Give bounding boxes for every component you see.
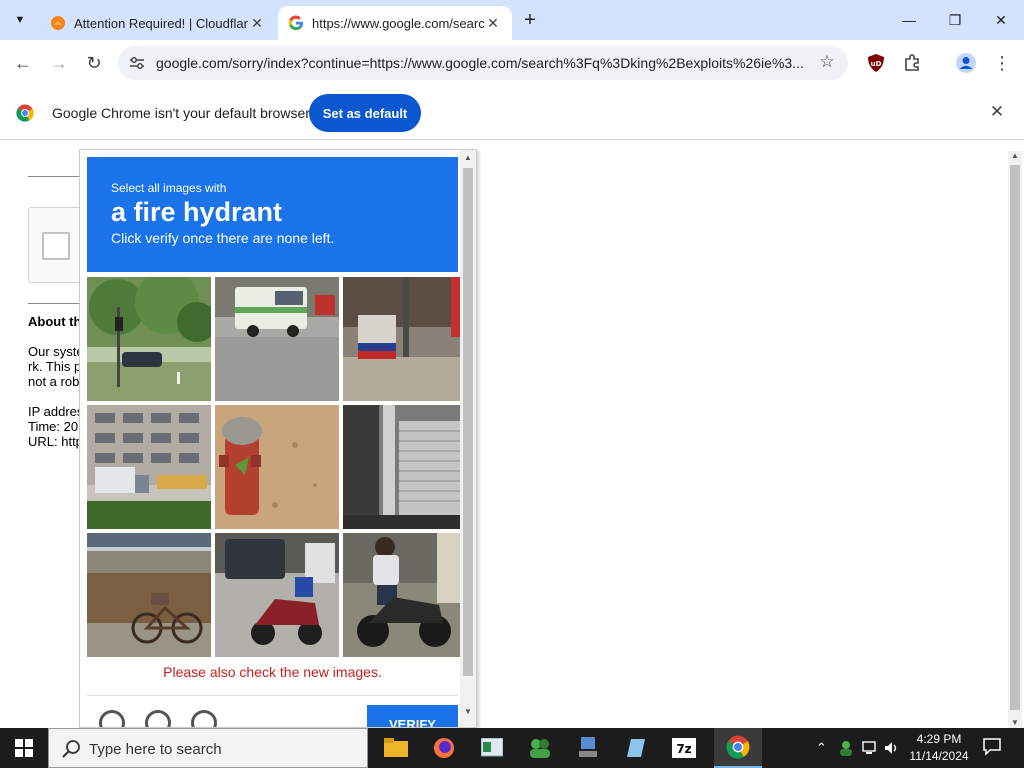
scroll-up-icon[interactable]: ▲ [1011,151,1019,160]
about-heading: About th [28,314,82,329]
extensions-puzzle-icon[interactable] [900,51,924,75]
chrome-taskbar-icon[interactable] [714,728,762,768]
close-window-button[interactable]: ✕ [978,0,1024,40]
app-window-icon[interactable] [468,728,516,768]
windows-logo-icon [15,739,33,757]
instruction-small: Select all images with [111,181,227,195]
audio-challenge-icon[interactable] [145,710,171,727]
set-as-default-button[interactable]: Set as default [309,94,421,132]
tab-close-icon[interactable]: ✕ [484,14,502,32]
tab-cloudflare[interactable]: Attention Required! | Cloudflare ✕ [40,6,276,40]
clock-time: 4:29 PM [916,732,962,746]
notification-icon[interactable] [982,736,1002,759]
network-computer-icon[interactable] [564,728,612,768]
new-tab-button[interactable]: + [518,8,542,32]
file-explorer-icon[interactable] [372,728,420,768]
captcha-tile-motorbike-rider[interactable] [343,533,467,657]
page-scrollbar[interactable]: ▲ ▼ [1008,151,1022,728]
captcha-tile-fire-hydrant[interactable] [215,405,339,529]
default-browser-infobar: Google Chrome isn't your default browser… [0,86,1024,140]
captcha-tile-motorbikes[interactable] [215,533,339,657]
new-images-notice: Please also check the new images. [163,664,382,680]
start-button[interactable] [0,728,48,768]
tab-title: Attention Required! | Cloudflare [74,15,248,31]
clock-date: 11/14/2024 [909,749,969,763]
7zip-icon[interactable]: 7z [660,728,708,768]
verify-button[interactable]: VERIFY [367,705,458,727]
time-line: Time: 20 [28,419,79,434]
chrome-logo-icon [16,104,34,122]
scroll-up-icon[interactable]: ▲ [464,153,472,162]
recaptcha-challenge: Select all images with a fire hydrant Cl… [79,149,477,728]
firefox-icon[interactable] [420,728,468,768]
tray-users-icon[interactable] [838,740,854,759]
challenge-scrollbar[interactable]: ▲ ▼ [460,150,476,727]
reload-challenge-icon[interactable] [99,710,125,727]
kebab-menu-icon[interactable]: ⋮ [990,51,1014,75]
scroll-down-icon[interactable]: ▼ [464,707,472,716]
cloudflare-favicon-icon [50,15,66,31]
arrow-left-icon: ← [14,52,32,73]
restore-button[interactable]: ❐ [932,0,978,40]
ip-line: IP addres [28,404,84,419]
svg-text:7z: 7z [676,742,691,756]
captcha-tile-park-trees[interactable] [87,277,211,401]
back-button[interactable]: ← [8,48,38,78]
reload-button[interactable]: ↻ [79,48,109,78]
scroll-thumb[interactable] [1010,165,1020,710]
minimize-button[interactable]: — [886,0,932,40]
close-icon: ✕ [995,11,1007,28]
body-line: not a rob [28,374,80,389]
users-app-icon[interactable] [516,728,564,768]
instruction-target: a fire hydrant [111,197,283,227]
tab-title: https://www.google.com/search [312,15,484,31]
infobar-message: Google Chrome isn't your default browser [52,105,310,121]
network-icon[interactable] [862,740,878,759]
browser-toolbar: ← → ↻ google.com/sorry/index?continue=ht… [0,40,1024,86]
url-line: URL: http [28,434,83,449]
google-favicon-icon [288,15,304,31]
info-icon[interactable] [191,710,217,727]
minimize-icon: — [902,12,916,28]
tray-chevron-up-icon[interactable]: ⌃ [816,740,827,756]
chevron-down-icon: ▼ [14,14,26,26]
tab-search-button[interactable]: ▼ [8,8,32,32]
windows-taskbar: Type here to search 7z ⌃ 4:29 PM 11/14/2… [0,728,1024,768]
notepad-icon[interactable] [612,728,660,768]
taskbar-search[interactable]: Type here to search [48,728,368,768]
captcha-tile-street-truck[interactable] [215,277,339,401]
url-text[interactable]: google.com/sorry/index?continue=https://… [156,55,806,71]
profile-avatar-icon[interactable] [954,51,978,75]
search-placeholder: Type here to search [89,741,222,758]
svg-text:uD: uD [871,60,882,68]
tab-close-icon[interactable]: ✕ [248,14,266,32]
address-bar[interactable]: google.com/sorry/index?continue=https://… [118,46,848,80]
bookmark-star-icon[interactable]: ☆ [816,52,838,74]
captcha-tile-utility-box[interactable] [343,277,467,401]
ublock-extension-icon[interactable]: uD [864,51,888,75]
captcha-tile-bicycles[interactable] [87,533,211,657]
tab-google-search[interactable]: https://www.google.com/search ✕ [278,6,512,40]
forward-button[interactable]: → [44,48,74,78]
body-line: rk. This p [28,359,82,374]
restore-icon: ❐ [948,11,962,28]
arrow-right-icon: → [50,52,68,73]
tab-bar: ▼ Attention Required! | Cloudflare ✕ htt… [0,0,1024,40]
captcha-tile-apartment-truck[interactable] [87,405,211,529]
infobar-close-icon[interactable]: ✕ [986,102,1008,124]
reload-icon: ↻ [86,52,102,73]
taskbar-clock[interactable]: 4:29 PM 11/14/2024 [904,731,974,765]
recaptcha-checkbox[interactable] [42,232,70,260]
volume-icon[interactable] [884,740,900,759]
challenge-header: Select all images with a fire hydrant Cl… [87,157,458,272]
scroll-thumb[interactable] [463,168,473,676]
search-icon [61,739,81,759]
captcha-tile-shutter-garage[interactable] [343,405,467,529]
scroll-down-icon[interactable]: ▼ [1011,718,1019,727]
instruction-sub: Click verify once there are none left. [111,230,335,246]
site-info-icon[interactable] [128,54,146,72]
body-line: Our syste [28,344,84,359]
